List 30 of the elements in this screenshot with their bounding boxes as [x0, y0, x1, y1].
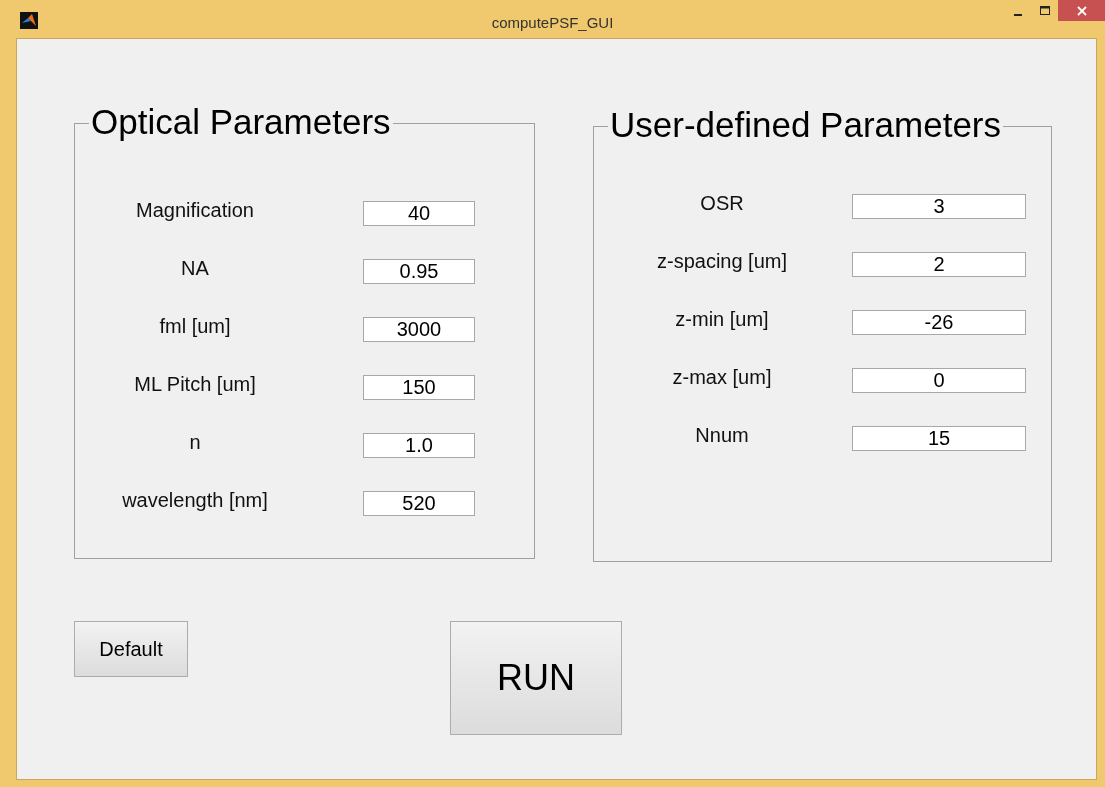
- field-label: ML Pitch [um]: [133, 372, 257, 397]
- window-title: computePSF_GUI: [491, 13, 614, 33]
- input-field[interactable]: 3: [852, 193, 1026, 219]
- field-label: NA: [180, 256, 210, 281]
- input-field[interactable]: 150: [363, 374, 475, 400]
- input-field[interactable]: -26: [852, 309, 1026, 335]
- input-field[interactable]: 3000: [363, 316, 475, 342]
- input-field[interactable]: 520: [363, 490, 475, 516]
- input-field[interactable]: 40: [363, 200, 475, 226]
- input-field[interactable]: 2: [852, 251, 1026, 277]
- field-label: Nnum: [694, 423, 750, 448]
- input-field[interactable]: 15: [852, 425, 1026, 451]
- field-label: z-max [um]: [671, 365, 773, 390]
- close-icon: [1076, 5, 1087, 16]
- field-label: z-min [um]: [674, 307, 770, 332]
- maximize-icon: [1039, 5, 1050, 16]
- field-label: Magnification: [135, 198, 255, 223]
- field-label: wavelength [nm]: [121, 488, 269, 513]
- field-label: OSR: [699, 191, 745, 216]
- input-field[interactable]: 0: [852, 367, 1026, 393]
- field-label: fml [um]: [158, 314, 232, 339]
- input-field[interactable]: 1.0: [363, 432, 475, 458]
- input-field[interactable]: 0.95: [363, 258, 475, 284]
- close-button[interactable]: [1058, 0, 1105, 21]
- field-label: n: [188, 430, 202, 455]
- default-button[interactable]: Default: [74, 621, 188, 677]
- minimize-icon: [1013, 13, 1022, 16]
- run-button[interactable]: RUN: [450, 621, 622, 735]
- app-logo-icon: [20, 12, 38, 29]
- field-label: z-spacing [um]: [655, 249, 789, 274]
